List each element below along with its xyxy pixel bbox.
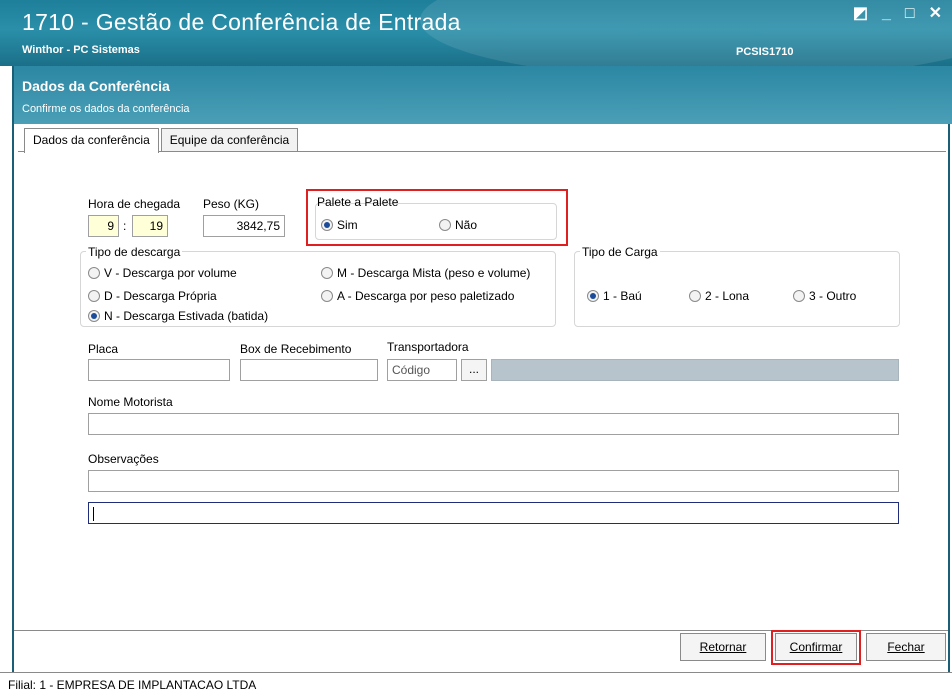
highlight-palete [306,189,568,246]
motorista-label: Nome Motorista [88,395,173,409]
text-cursor [93,506,94,521]
title-bar: 1710 - Gestão de Conferência de Entrada … [0,0,952,66]
close-icon[interactable]: ✕ [929,6,942,22]
tipo-descarga-title: Tipo de descarga [86,245,183,259]
transportadora-lookup-button[interactable]: ... [461,359,487,381]
descarga-a-radio[interactable]: A - Descarga por peso paletizado [321,289,514,303]
observacoes-line2-input[interactable] [88,502,899,524]
descarga-n-label: N - Descarga Estivada (batida) [104,309,269,323]
transportadora-label: Transportadora [387,340,469,354]
radio-unselected-icon [689,290,701,302]
status-bar: Filial: 1 - EMPRESA DE IMPLANTACAO LTDA [0,672,952,697]
time-separator: : [123,219,127,233]
window-title: 1710 - Gestão de Conferência de Entrada [22,9,461,35]
descarga-a-label: A - Descarga por peso paletizado [337,289,515,303]
carga-outro-label: 3 - Outro [809,289,857,303]
peso-label: Peso (KG) [203,197,260,211]
descarga-m-radio[interactable]: M - Descarga Mista (peso e volume) [321,266,530,280]
transportadora-code-input[interactable]: Código [387,359,457,381]
transportadora-name-field [491,359,899,381]
descarga-d-label: D - Descarga Própria [104,289,217,303]
hora-chegada-label: Hora de chegada [88,197,181,211]
motorista-input[interactable] [88,413,899,435]
retornar-button[interactable]: Retornar [680,633,766,661]
radio-selected-icon [88,310,100,322]
descarga-v-radio[interactable]: V - Descarga por volume [88,266,237,280]
highlight-confirmar [771,630,861,665]
routine-code: PCSIS1710 [736,46,794,58]
section-subtitle: Confirme os dados da conferência [22,103,190,115]
section-header: Dados da Conferência Confirme os dados d… [12,66,952,124]
carga-bau-label: 1 - Baú [603,289,642,303]
radio-unselected-icon [793,290,805,302]
radio-unselected-icon [88,290,100,302]
tab-strip: Dados da conferência Equipe da conferênc… [24,128,300,153]
radio-unselected-icon [321,267,333,279]
minimize-icon[interactable]: _ [882,6,891,22]
observacoes-line1-input[interactable] [88,470,899,492]
carga-lona-radio[interactable]: 2 - Lona [689,289,749,303]
fechar-button[interactable]: Fechar [866,633,946,661]
box-input[interactable] [240,359,378,381]
carga-lona-label: 2 - Lona [705,289,750,303]
peso-input[interactable]: 3842,75 [203,215,285,237]
hora-input[interactable]: 9 [88,215,119,237]
section-title: Dados da Conferência [22,78,170,94]
restore-icon[interactable]: ◩ [853,6,868,22]
window-controls: ◩ _ □ ✕ [853,6,942,22]
tipo-carga-title: Tipo de Carga [580,245,660,259]
tab-dados-conferencia[interactable]: Dados da conferência [24,128,159,153]
descarga-v-label: V - Descarga por volume [104,266,237,280]
company-name: Winthor - PC Sistemas [22,44,140,56]
tab-equipe-conferencia[interactable]: Equipe da conferência [160,128,299,152]
descarga-d-radio[interactable]: D - Descarga Própria [88,289,217,303]
box-label: Box de Recebimento [240,342,352,356]
descarga-m-label: M - Descarga Mista (peso e volume) [337,266,531,280]
carga-bau-radio[interactable]: 1 - Baú [587,289,642,303]
descarga-n-radio[interactable]: N - Descarga Estivada (batida) [88,309,268,323]
placa-input[interactable] [88,359,230,381]
radio-selected-icon [587,290,599,302]
minuto-input[interactable]: 19 [132,215,168,237]
radio-unselected-icon [88,267,100,279]
observacoes-label: Observações [88,452,159,466]
carga-outro-radio[interactable]: 3 - Outro [793,289,856,303]
maximize-icon[interactable]: □ [905,6,915,22]
placa-label: Placa [88,342,119,356]
radio-unselected-icon [321,290,333,302]
